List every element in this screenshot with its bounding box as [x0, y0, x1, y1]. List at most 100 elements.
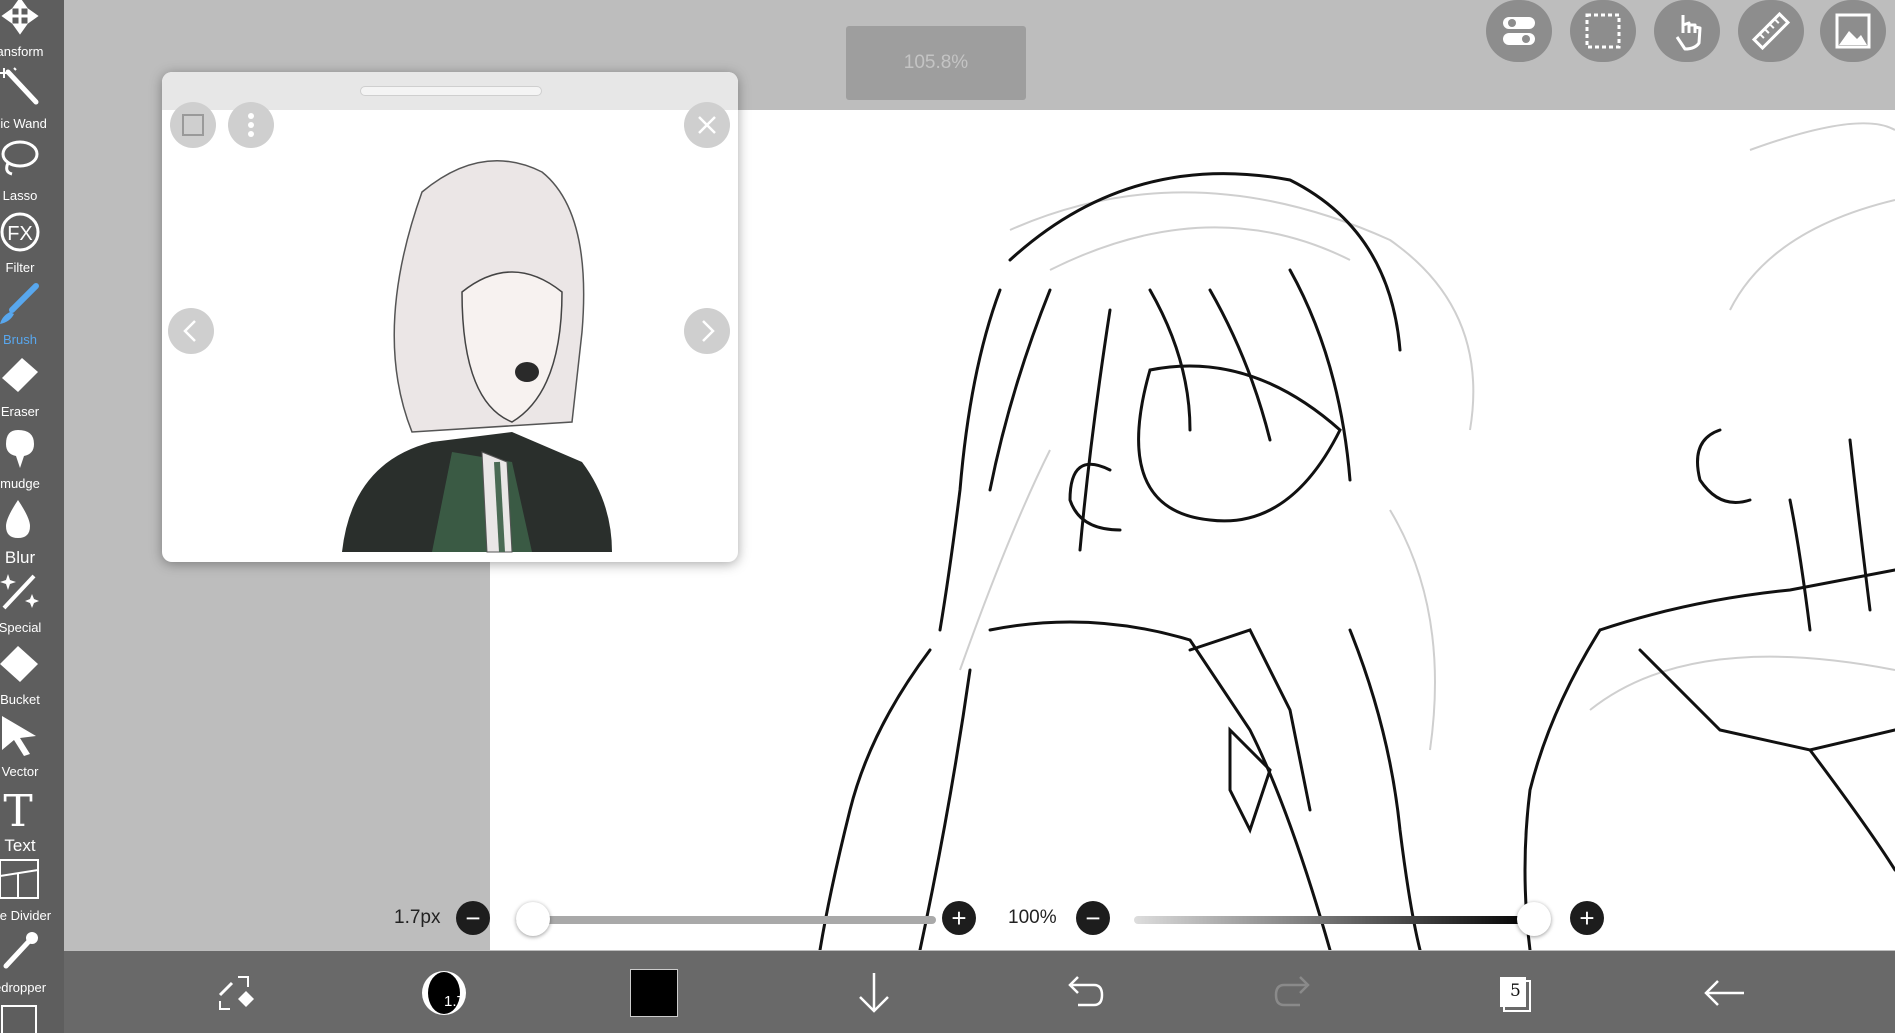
- reference-image-button[interactable]: [1820, 0, 1886, 62]
- tool-special[interactable]: Special: [0, 570, 64, 642]
- tool-label: gic Wand: [0, 116, 47, 131]
- brush-size-track[interactable]: [516, 916, 936, 924]
- brush-size-value: 1.7px: [394, 907, 441, 928]
- touch-button[interactable]: [1654, 0, 1720, 62]
- square-outline-icon: [1, 1005, 37, 1033]
- bottom-toolbar: 1.7 5: [64, 951, 1895, 1033]
- tool-text[interactable]: T Text: [0, 786, 64, 858]
- chevron-right-icon: [702, 320, 715, 342]
- toggles-icon: [1503, 17, 1535, 45]
- tool-label: Text: [4, 836, 36, 855]
- back-arrow-icon: [1704, 980, 1744, 1006]
- layers-count: 5: [1510, 981, 1521, 1001]
- opacity-decrease-button[interactable]: −: [1076, 901, 1110, 935]
- chevron-left-icon: [183, 320, 196, 342]
- color-swatch-icon: [630, 969, 678, 1017]
- svg-text:T: T: [3, 786, 32, 830]
- tool-blur[interactable]: Blur: [0, 498, 64, 570]
- reference-square-button[interactable]: [170, 102, 216, 148]
- tool-eyedropper[interactable]: edropper: [0, 930, 64, 1002]
- color-swatch-button[interactable]: [624, 963, 684, 1023]
- tool-label: edropper: [0, 980, 47, 995]
- swap-brush-eraser-button[interactable]: [204, 963, 264, 1023]
- bucket-icon: [0, 646, 38, 682]
- tool-label: Special: [0, 620, 42, 635]
- zoom-indicator: 105.8%: [846, 26, 1026, 100]
- tool-label: mudge: [0, 476, 40, 491]
- undo-button[interactable]: [1054, 963, 1114, 1023]
- back-button[interactable]: [1694, 963, 1754, 1023]
- opacity-knob[interactable]: [1517, 902, 1551, 936]
- brush-size-knob[interactable]: [516, 902, 551, 936]
- eyedropper-icon: [3, 932, 38, 969]
- reference-menu-button[interactable]: [228, 102, 274, 148]
- smudge-icon: [6, 430, 34, 468]
- tool-frame-divider[interactable]: me Divider: [0, 858, 64, 930]
- tool-smudge[interactable]: mudge: [0, 426, 64, 498]
- brush-size-increase-button[interactable]: +: [942, 901, 976, 935]
- reference-close-button[interactable]: [684, 102, 730, 148]
- ruler-button[interactable]: [1738, 0, 1804, 62]
- opacity-value: 100%: [1008, 907, 1057, 928]
- selection-icon: [1585, 13, 1621, 49]
- tool-vector[interactable]: Vector: [0, 714, 64, 786]
- square-icon: [182, 114, 204, 136]
- tool-bucket[interactable]: Bucket: [0, 642, 64, 714]
- tool-sidebar: ansform gic Wand Lasso FX Filter Brush: [0, 0, 64, 1033]
- reference-window[interactable]: [162, 72, 738, 562]
- touch-hand-icon: [1675, 15, 1702, 51]
- redo-icon: [1274, 976, 1310, 1007]
- close-icon: [698, 116, 716, 134]
- brush-preview-button[interactable]: 1.7: [414, 963, 474, 1023]
- brush-icon: [0, 283, 39, 324]
- undo-icon: [1068, 976, 1104, 1007]
- brush-size-decrease-button[interactable]: −: [456, 901, 490, 935]
- reference-prev-button[interactable]: [168, 308, 214, 354]
- tool-label: Brush: [3, 332, 37, 347]
- svg-text:FX: FX: [7, 223, 33, 245]
- tool-label: Vector: [1, 764, 39, 779]
- frame-divider-icon: [0, 859, 39, 899]
- tool-label: Eraser: [0, 404, 40, 419]
- lasso-icon: [1, 140, 39, 176]
- cursor-arrow-icon: [2, 716, 36, 756]
- tool-lasso[interactable]: Lasso: [0, 138, 64, 210]
- fx-icon: FX: [0, 212, 40, 252]
- opacity-track[interactable]: [1134, 916, 1534, 924]
- move-arrows-icon: [1, 0, 39, 35]
- tool-label: Blur: [4, 548, 36, 567]
- selection-button[interactable]: [1570, 0, 1636, 62]
- tool-more[interactable]: [0, 1002, 64, 1033]
- download-button[interactable]: [844, 963, 904, 1023]
- brush-size-badge: 1.7: [444, 993, 465, 1010]
- ruler-icon: [1751, 11, 1791, 51]
- redo-button[interactable]: [1264, 963, 1324, 1023]
- zoom-value: 105.8%: [903, 52, 969, 73]
- opacity-increase-button[interactable]: +: [1570, 901, 1604, 935]
- tool-eraser[interactable]: Eraser: [0, 354, 64, 426]
- tool-label: ansform: [0, 44, 44, 59]
- slider-row: 1.7px − + 100% − +: [394, 895, 1895, 943]
- toggles-button[interactable]: [1486, 0, 1552, 62]
- tool-filter[interactable]: FX Filter: [0, 210, 64, 282]
- sparkle-brush-icon: [0, 574, 39, 610]
- droplet-icon: [6, 500, 30, 538]
- layers-button[interactable]: 5: [1484, 963, 1544, 1023]
- tool-label: Filter: [5, 260, 35, 275]
- tool-brush[interactable]: Brush: [0, 282, 64, 354]
- download-arrow-icon: [859, 973, 889, 1013]
- reference-next-button[interactable]: [684, 308, 730, 354]
- tool-label: me Divider: [0, 908, 52, 923]
- more-vertical-icon: [248, 113, 254, 137]
- tool-transform[interactable]: ansform: [0, 0, 64, 72]
- swap-brush-eraser-icon: [218, 976, 254, 1010]
- image-icon: [1835, 13, 1871, 49]
- tool-label: Bucket: [0, 692, 40, 707]
- magic-wand-icon: [0, 67, 39, 105]
- eraser-icon: [2, 358, 38, 392]
- tool-magic-wand[interactable]: gic Wand: [0, 66, 64, 138]
- drag-handle[interactable]: [360, 86, 542, 96]
- reference-image: [342, 160, 612, 553]
- text-t-icon: T: [3, 786, 32, 830]
- tool-label: Lasso: [2, 188, 38, 203]
